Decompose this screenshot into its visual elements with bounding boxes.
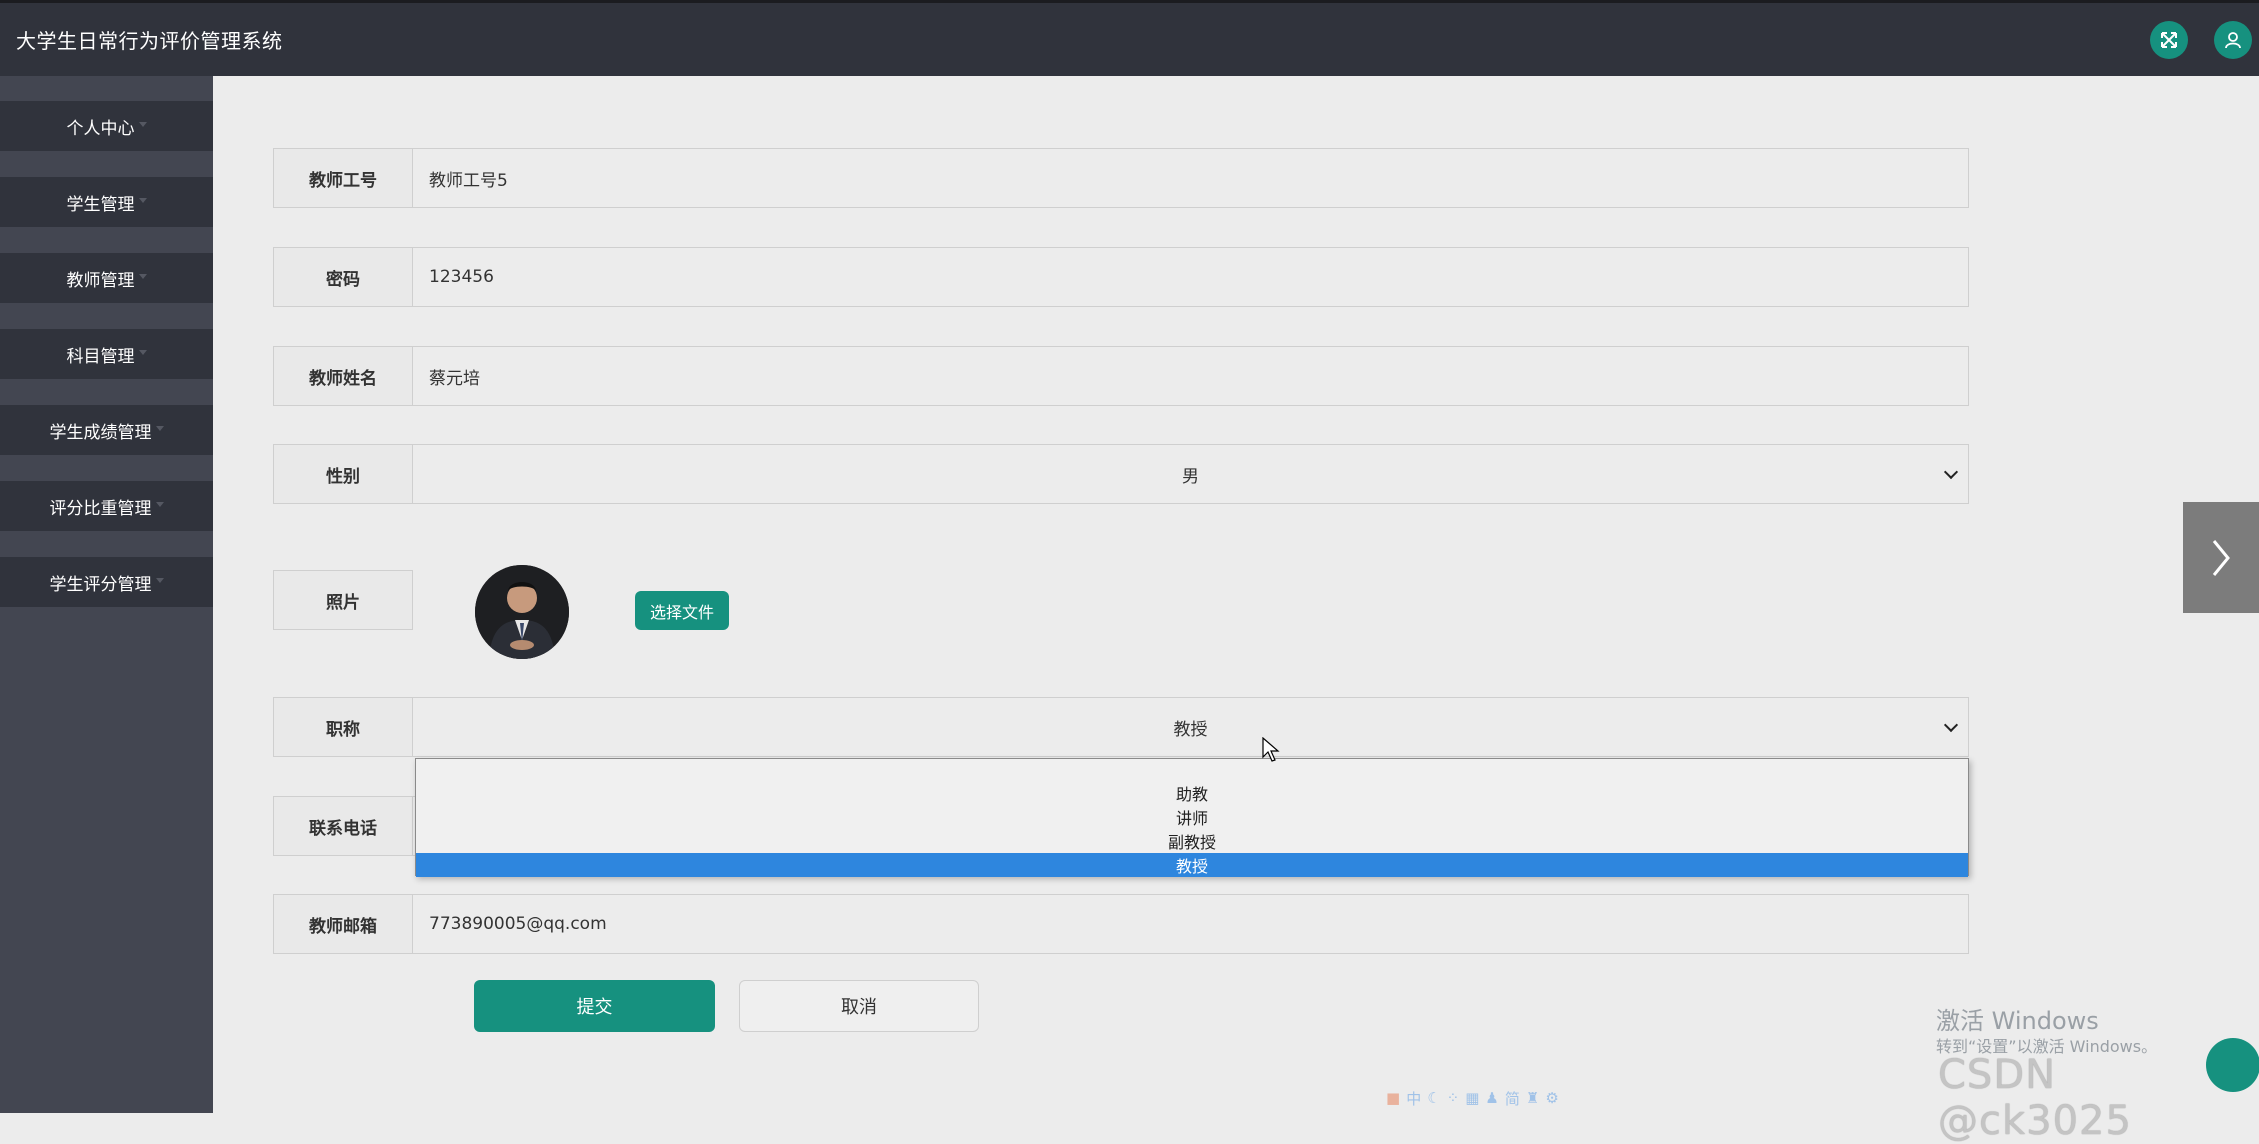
windows-activation-title: 激活 Windows — [1936, 1007, 2099, 1035]
chevron-right-icon — [2212, 539, 2230, 576]
teacher-name-label: 教师姓名 — [273, 346, 413, 406]
sidebar-item-label: 学生成绩管理 — [49, 422, 152, 443]
ime-moon-icon: ☾ — [1427, 1089, 1441, 1107]
email-input[interactable]: 773890005@qq.com — [413, 894, 1969, 954]
ime-punct-icon: ⁘ — [1446, 1089, 1460, 1107]
sidebar-item-evaluation-management[interactable]: 学生评分管理 — [0, 557, 213, 607]
teacher-id-input[interactable]: 教师工号5 — [413, 148, 1969, 208]
caret-down-icon — [138, 197, 147, 203]
dropdown-option[interactable]: 助教 — [416, 781, 1968, 805]
title-select[interactable]: 教授 — [413, 697, 1969, 757]
password-label: 密码 — [273, 247, 413, 307]
caret-down-icon — [155, 501, 164, 507]
title-label: 职称 — [273, 697, 413, 757]
ime-chinese-mode: 中 — [1406, 1089, 1422, 1108]
submit-button[interactable]: 提交 — [474, 980, 715, 1032]
gender-label: 性别 — [273, 444, 413, 504]
ime-logo-icon: ■ — [1386, 1089, 1401, 1107]
sidebar-item-label: 个人中心 — [66, 118, 135, 139]
sidebar-item-label: 教师管理 — [66, 270, 135, 291]
user-icon[interactable] — [2214, 21, 2252, 59]
dropdown-option[interactable]: 副教授 — [416, 829, 1968, 853]
dropdown-option[interactable]: 讲师 — [416, 805, 1968, 829]
photo-label: 照片 — [273, 570, 413, 630]
sidebar-item-grade-management[interactable]: 学生成绩管理 — [0, 405, 213, 455]
sidebar-item-teacher-management[interactable]: 教师管理 — [0, 253, 213, 303]
teacher-photo-avatar — [475, 565, 569, 659]
sidebar-item-label: 评分比重管理 — [49, 498, 152, 519]
ime-user-icon: ♟ — [1485, 1089, 1499, 1107]
ime-toolbar: ■ 中 ☾ ⁘ ▦ ♟ 简 ♜ ⚙ — [1386, 1087, 1622, 1109]
caret-down-icon — [155, 577, 164, 583]
chevron-down-icon — [1943, 464, 1959, 480]
gender-value: 男 — [1182, 466, 1199, 487]
caret-down-icon — [138, 273, 147, 279]
sidebar-item-subject-management[interactable]: 科目管理 — [0, 329, 213, 379]
ime-skin-icon: ♜ — [1525, 1089, 1540, 1107]
caret-down-icon — [138, 349, 147, 355]
sidebar-item-label: 科目管理 — [66, 346, 135, 367]
ime-keyboard-icon: ▦ — [1465, 1089, 1480, 1107]
title-dropdown-list: 助教 讲师 副教授 教授 — [415, 758, 1969, 877]
app-title: 大学生日常行为评价管理系统 — [16, 29, 283, 53]
title-value: 教授 — [1173, 719, 1208, 740]
expand-icon[interactable] — [2150, 21, 2188, 59]
ime-settings-icon: ⚙ — [1545, 1089, 1559, 1107]
phone-label: 联系电话 — [273, 796, 413, 856]
top-bar: 大学生日常行为评价管理系统 — [0, 0, 2259, 76]
dropdown-option-selected[interactable]: 教授 — [416, 853, 1968, 877]
sidebar: 个人中心 学生管理 教师管理 科目管理 学生成绩管理 评分比重管理 学生评分管理 — [0, 76, 213, 1113]
next-page-button[interactable] — [2183, 502, 2259, 613]
ime-simplified: 简 — [1504, 1089, 1520, 1108]
choose-file-button[interactable]: 选择文件 — [635, 591, 729, 630]
sidebar-item-label: 学生管理 — [66, 194, 135, 215]
teacher-name-input[interactable]: 蔡元培 — [413, 346, 1969, 406]
sidebar-item-weight-management[interactable]: 评分比重管理 — [0, 481, 213, 531]
sidebar-item-student-management[interactable]: 学生管理 — [0, 177, 213, 227]
gender-select[interactable]: 男 — [413, 444, 1969, 504]
sidebar-item-label: 学生评分管理 — [49, 574, 152, 595]
caret-down-icon — [155, 425, 164, 431]
password-input[interactable]: 123456 — [413, 247, 1969, 307]
sidebar-item-personal-center[interactable]: 个人中心 — [0, 101, 213, 151]
cancel-button[interactable]: 取消 — [739, 980, 979, 1032]
caret-down-icon — [138, 121, 147, 127]
csdn-watermark: CSDN @ck3025 — [1938, 1052, 2132, 1144]
email-label: 教师邮箱 — [273, 894, 413, 954]
teacher-id-label: 教师工号 — [273, 148, 413, 208]
chevron-down-icon — [1943, 717, 1959, 733]
